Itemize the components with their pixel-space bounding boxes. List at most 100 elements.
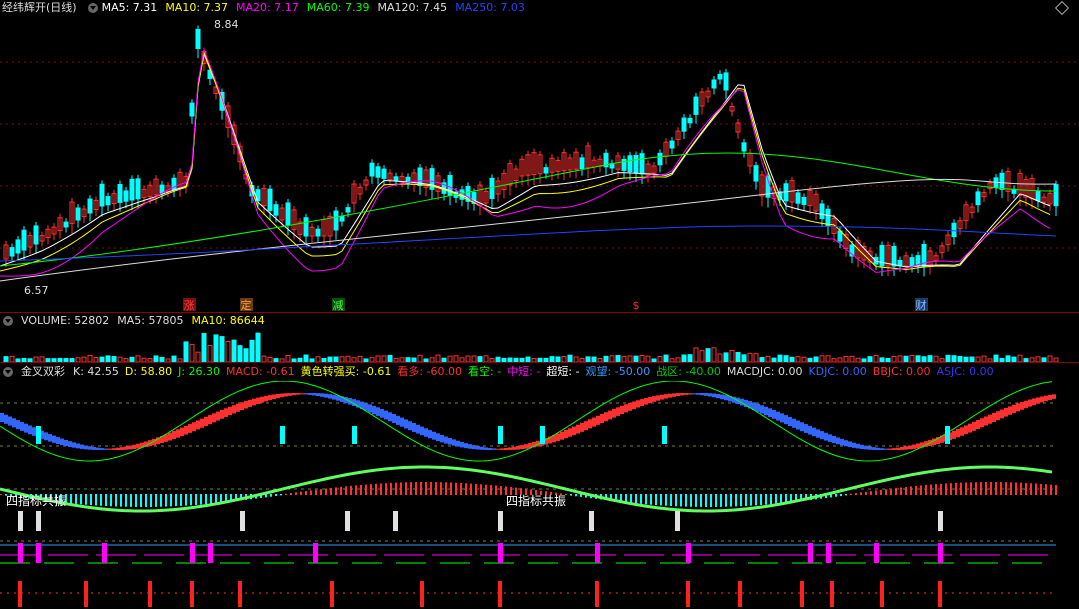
macd-bar [715,494,717,507]
candle-body [693,96,699,115]
kd-band [900,447,904,450]
kd-band [960,427,964,436]
macd-bar [870,491,872,495]
resonance-label: 四指标共振 [6,493,66,508]
kd-band [256,397,260,405]
ma-label-0: MA5: 7.31 [101,1,158,14]
kd-band [1012,404,1016,414]
kd-band [4,414,8,424]
macd-bar [315,489,317,495]
price-chart[interactable]: 8.84 6.57 涨 定 减 $ 财 [0,16,1079,312]
macd-bar [840,494,842,497]
kd-band [124,446,128,450]
kd-band [88,446,92,450]
indicator-value-14: ASJC: 0.00 [936,365,994,378]
macd-bar [450,482,452,495]
macd-bar [730,494,732,507]
macd-bar [105,494,107,507]
kd-band [72,442,76,448]
kd-band [16,420,20,430]
volume-bar [729,349,735,362]
macd-bar [400,482,402,495]
kd-band [468,444,472,449]
macd-bar [160,494,162,507]
kd-band [288,393,292,396]
macd-bar [280,494,282,496]
candle-body [117,183,123,203]
macd-bar [170,494,172,507]
macd-bar [1005,482,1007,495]
indicator-panel-menu-icon[interactable] [3,367,13,377]
macd-bar [410,482,412,495]
volume-bar [201,333,207,362]
kd-band [628,402,632,411]
kd-band [1048,394,1052,400]
kd-band [620,405,624,415]
kd-band [192,422,196,432]
kd-band [108,448,112,450]
kd-band [576,424,580,434]
macd-bar [70,494,72,504]
kd-band [380,408,384,418]
resonance-bar [498,511,503,531]
volume-panel-menu-icon[interactable] [3,316,13,326]
kd-band [120,447,124,450]
kd-band [388,412,392,422]
macd-bar [860,492,862,495]
macd-bar [630,494,632,503]
kd-band [420,426,424,436]
volume-bar [663,354,669,362]
macd-bar [995,482,997,495]
candle-body [9,247,15,257]
macd-bar [445,482,447,495]
ma-label-3: MA60: 7.39 [306,1,370,14]
indicator-chart[interactable]: 四指标共振 四指标共振 [0,381,1079,609]
kd-band [28,425,32,435]
macd-bar [215,494,217,504]
volume-bar [945,354,951,362]
short-signal-bar [498,543,503,563]
buy-signal-bar [830,581,834,607]
kd-band [808,425,812,435]
kd-band [220,409,224,419]
kd-band [444,436,448,444]
kd-band [688,393,692,395]
indicator-value-5: 看多: -60.00 [397,365,463,378]
indicator-title[interactable]: 金叉双彩 [21,364,65,380]
signal-bar [662,426,667,444]
short-signal-bar [208,543,213,563]
volume-bar [213,334,219,362]
macd-bar [355,485,357,495]
kd-band [416,424,420,434]
macd-bar [135,494,137,507]
kd-band [236,403,240,412]
macd-bar [455,482,457,495]
event-marker: 财 [916,298,927,312]
kd-band [316,393,320,397]
volume-bar [195,351,201,362]
price-panel-menu-icon[interactable] [87,3,98,13]
macd-bar [1010,482,1012,495]
macd-bar [665,494,667,506]
kd-band [176,429,180,438]
resonance-bar [675,511,680,531]
stock-title[interactable]: 经纬辉开(日线) [2,0,77,16]
kd-band [184,425,188,435]
kd-band [484,447,488,450]
kd-band [412,423,416,432]
kd-band [764,406,768,416]
volume-chart[interactable] [0,329,1079,362]
kd-band [996,411,1000,421]
kd-band [92,447,96,450]
kd-band [756,403,760,412]
kd-band [976,420,980,430]
kd-band [300,393,304,395]
buy-signal-bar [18,581,22,607]
kd-band [60,438,64,446]
buy-signal-bar [420,581,424,607]
macd-bar [440,482,442,495]
candle-body [33,225,39,245]
kd-band [908,445,912,450]
kd-band [20,421,24,431]
buy-signal-bar [595,581,599,607]
